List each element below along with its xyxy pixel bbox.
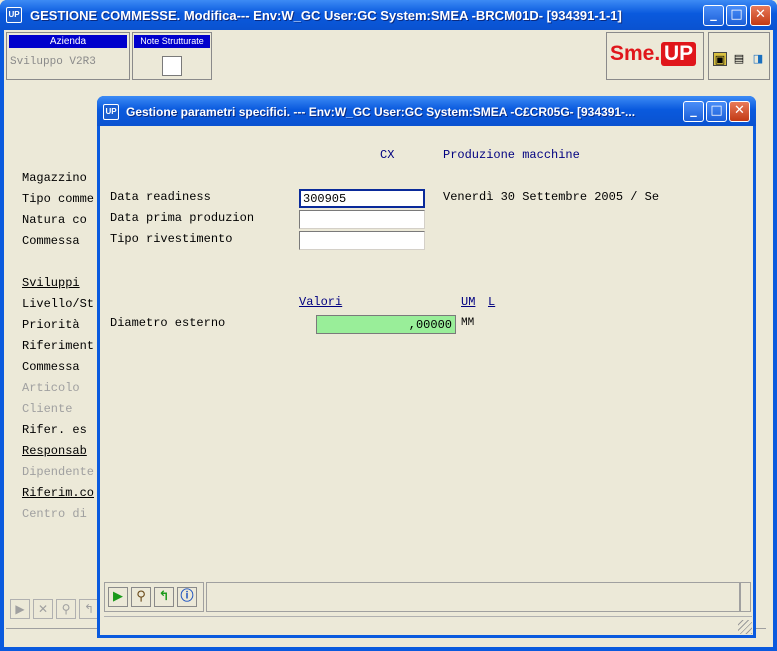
dialog-title: Gestione parametri specifici. --- Env:W_… xyxy=(126,105,636,119)
l-header: L xyxy=(488,295,496,309)
note-header: Note Strutturate xyxy=(134,35,210,48)
um-header: UM xyxy=(461,295,476,309)
close-button[interactable]: ✕ xyxy=(750,5,771,26)
dialog-titlebar[interactable]: UP Gestione parametri specifici. --- Env… xyxy=(97,96,756,126)
azienda-header: Azienda xyxy=(9,35,127,48)
data-readiness-input[interactable] xyxy=(299,189,425,208)
toolbar-message-area xyxy=(206,582,740,612)
info-button[interactable]: ⓘ xyxy=(177,587,197,607)
confirm-button[interactable]: ▶ xyxy=(108,587,128,607)
note-checkbox[interactable] xyxy=(162,56,182,76)
run-icon-disabled: ▶ xyxy=(10,599,30,619)
diametro-esterno-label: Diametro esterno xyxy=(110,316,226,330)
code-value: CX xyxy=(380,148,395,162)
main-form-label: Cliente xyxy=(22,402,73,416)
search-button[interactable]: ⚲ xyxy=(131,587,151,607)
main-window-title: GESTIONE COMMESSE. Modifica--- Env:W_GC … xyxy=(30,8,622,23)
logo-sme: Sme. xyxy=(610,42,661,65)
main-form-label: Centro di xyxy=(22,507,87,521)
main-form-label: Livello/St xyxy=(22,297,95,311)
minimize-button[interactable]: _ xyxy=(703,5,724,26)
main-titlebar[interactable]: UP GESTIONE COMMESSE. Modifica--- Env:W_… xyxy=(0,0,777,30)
main-form-label: Magazzino xyxy=(22,171,87,185)
main-form-label: Commessa xyxy=(22,360,80,374)
main-form-label: Dipendente xyxy=(22,465,95,479)
valori-header: Valori xyxy=(299,295,343,309)
data-readiness-label: Data readiness xyxy=(110,190,211,204)
dialog-status-bar xyxy=(104,616,752,634)
tipo-rivestimento-label: Tipo rivestimento xyxy=(110,232,233,246)
tipo-rivestimento-input[interactable] xyxy=(299,231,425,250)
main-form-label: Articolo xyxy=(22,381,80,395)
data-readiness-decoded: Venerdì 30 Settembre 2005 / Se xyxy=(443,190,660,204)
book-icon[interactable]: ◨ xyxy=(751,52,765,66)
cancel-icon-disabled: ✕ xyxy=(33,599,53,619)
toolbar-scrollbar[interactable] xyxy=(740,582,751,612)
main-form-label: Riferim.co xyxy=(22,486,95,500)
dialog-minimize-button[interactable]: _ xyxy=(683,101,704,122)
palette-icon[interactable]: ▣ xyxy=(713,52,727,66)
code-description: Produzione macchine xyxy=(443,148,580,162)
logo-up: UP xyxy=(661,42,697,66)
main-form-label: Natura co xyxy=(22,213,87,227)
azienda-value: Sviluppo V2R3 xyxy=(10,56,96,68)
parameters-dialog: UP Gestione parametri specifici. --- Env… xyxy=(97,96,756,638)
diametro-esterno-input[interactable] xyxy=(316,315,456,334)
resize-grip[interactable] xyxy=(738,620,752,634)
diametro-um: MM xyxy=(461,317,475,329)
main-form-label: Commessa xyxy=(22,234,80,248)
main-form-label: Responsab xyxy=(22,444,87,458)
main-form-label: Priorità xyxy=(22,318,80,332)
app-icon[interactable]: UP xyxy=(6,7,22,23)
smeup-logo: Sme. UP xyxy=(610,42,698,72)
back-button[interactable]: ↰ xyxy=(154,587,174,607)
dialog-app-icon[interactable]: UP xyxy=(103,104,119,120)
main-form-label: Tipo comme xyxy=(22,192,95,206)
dialog-maximize-button[interactable]: □ xyxy=(706,101,727,122)
document-icon[interactable]: ▤ xyxy=(732,52,746,66)
main-form-label: Rifer. es xyxy=(22,423,87,437)
data-prima-produzione-input[interactable] xyxy=(299,210,425,229)
data-prima-produzione-label: Data prima produzion xyxy=(110,211,255,225)
dialog-close-button[interactable]: ✕ xyxy=(729,101,750,122)
main-form-label: Riferiment xyxy=(22,339,95,353)
search-icon-disabled: ⚲ xyxy=(56,599,76,619)
back-icon-disabled: ↰ xyxy=(79,599,99,619)
main-form-label: Sviluppi xyxy=(22,276,80,290)
maximize-button[interactable]: □ xyxy=(726,5,747,26)
